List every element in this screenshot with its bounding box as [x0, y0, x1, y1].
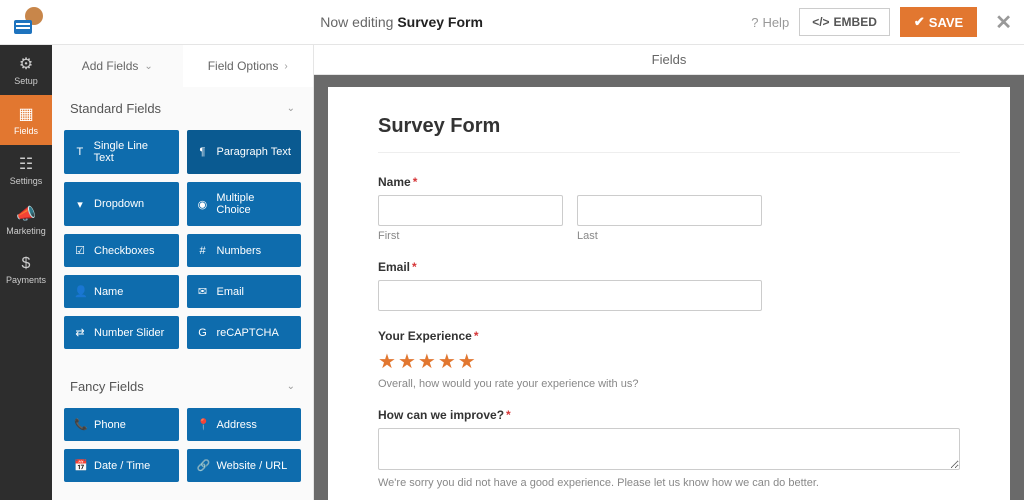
code-icon: </>	[812, 15, 829, 29]
close-icon[interactable]: ✕	[995, 10, 1012, 35]
hash-icon: #	[197, 245, 209, 257]
help-link[interactable]: ?Help	[751, 15, 789, 30]
last-name-input[interactable]	[577, 195, 762, 226]
nav-setup[interactable]: ⚙Setup	[0, 45, 52, 95]
checkbox-icon: ☑	[74, 244, 86, 257]
field-name[interactable]: 👤Name	[64, 275, 179, 308]
chevron-down-icon: ⌄	[287, 103, 295, 114]
field-sidebar: Add Fields⌄ Field Options› Standard Fiel…	[52, 45, 314, 500]
embed-button[interactable]: </>EMBED	[799, 8, 890, 36]
last-sublabel: Last	[577, 230, 762, 242]
calendar-icon: 📅	[74, 459, 86, 472]
field-date-time[interactable]: 📅Date / Time	[64, 449, 179, 482]
field-improve-block[interactable]: How can we improve?* We're sorry you did…	[378, 408, 960, 489]
envelope-icon: ✉	[197, 285, 209, 298]
header-title: Now editing Survey Form	[52, 14, 751, 30]
field-address[interactable]: 📍Address	[187, 408, 302, 441]
improve-label: How can we improve?*	[378, 408, 960, 422]
bullhorn-icon: 📣	[16, 204, 36, 224]
chevron-down-icon: ⌄	[287, 381, 295, 392]
app-logo	[12, 6, 44, 38]
field-email-block[interactable]: Email*	[378, 260, 960, 311]
preview-tab-label: Fields	[314, 45, 1024, 75]
dropdown-icon: ▾	[74, 198, 86, 211]
group-fancy-fields[interactable]: Fancy Fields⌄	[52, 365, 313, 408]
user-icon: 👤	[74, 285, 86, 298]
nav-payments[interactable]: $Payments	[0, 245, 52, 295]
gear-icon: ⚙	[19, 54, 33, 74]
star-icon[interactable]: ★	[438, 349, 456, 374]
star-icon[interactable]: ★	[418, 349, 436, 374]
star-icon[interactable]: ★	[458, 349, 476, 374]
email-label: Email*	[378, 260, 960, 274]
field-recaptcha[interactable]: GreCAPTCHA	[187, 316, 302, 349]
tab-add-fields[interactable]: Add Fields⌄	[52, 45, 183, 87]
improve-textarea[interactable]	[378, 428, 960, 470]
star-icon[interactable]: ★	[378, 349, 396, 374]
rating-stars[interactable]: ★ ★ ★ ★ ★	[378, 349, 960, 374]
field-phone[interactable]: 📞Phone	[64, 408, 179, 441]
nav-settings[interactable]: ☷Settings	[0, 145, 52, 195]
text-icon: T	[74, 146, 86, 158]
chevron-right-icon: ›	[284, 61, 287, 72]
form-canvas: Survey Form Name* First Last Email* Your…	[328, 87, 1010, 500]
radio-icon: ◉	[197, 198, 209, 211]
name-label: Name*	[378, 175, 960, 189]
recaptcha-icon: G	[197, 327, 209, 339]
nav-marketing[interactable]: 📣Marketing	[0, 195, 52, 245]
field-email[interactable]: ✉Email	[187, 275, 302, 308]
slider-icon: ⇄	[74, 326, 86, 339]
dollar-icon: $	[22, 255, 31, 273]
tab-field-options[interactable]: Field Options›	[183, 45, 314, 87]
field-number-slider[interactable]: ⇄Number Slider	[64, 316, 179, 349]
check-icon: ✔	[914, 14, 925, 30]
group-standard-fields[interactable]: Standard Fields⌄	[52, 87, 313, 130]
experience-desc: Overall, how would you rate your experie…	[378, 378, 960, 390]
form-icon: ▦	[18, 104, 33, 124]
field-numbers[interactable]: #Numbers	[187, 234, 302, 267]
first-sublabel: First	[378, 230, 563, 242]
field-experience-block[interactable]: Your Experience* ★ ★ ★ ★ ★ Overall, how …	[378, 329, 960, 390]
email-input[interactable]	[378, 280, 762, 311]
field-multiple-choice[interactable]: ◉Multiple Choice	[187, 182, 302, 226]
star-icon[interactable]: ★	[398, 349, 416, 374]
field-dropdown[interactable]: ▾Dropdown	[64, 182, 179, 226]
save-button[interactable]: ✔SAVE	[900, 7, 977, 37]
experience-label: Your Experience*	[378, 329, 960, 343]
improve-desc: We're sorry you did not have a good expe…	[378, 477, 960, 489]
form-title: Survey Form	[378, 115, 960, 138]
sliders-icon: ☷	[19, 154, 33, 174]
link-icon: 🔗	[197, 459, 209, 472]
first-name-input[interactable]	[378, 195, 563, 226]
nav-fields[interactable]: ▦Fields	[0, 95, 52, 145]
field-checkboxes[interactable]: ☑Checkboxes	[64, 234, 179, 267]
chevron-down-icon: ⌄	[144, 61, 152, 72]
field-paragraph-text[interactable]: ¶Paragraph Text	[187, 130, 302, 174]
field-single-line-text[interactable]: TSingle Line Text	[64, 130, 179, 174]
field-name-block[interactable]: Name* First Last	[378, 175, 960, 242]
phone-icon: 📞	[74, 418, 86, 431]
divider	[378, 152, 960, 153]
help-icon: ?	[751, 15, 758, 30]
pin-icon: 📍	[197, 418, 209, 431]
paragraph-icon: ¶	[197, 146, 209, 158]
field-website-url[interactable]: 🔗Website / URL	[187, 449, 302, 482]
left-nav: ⚙Setup ▦Fields ☷Settings 📣Marketing $Pay…	[0, 45, 52, 500]
